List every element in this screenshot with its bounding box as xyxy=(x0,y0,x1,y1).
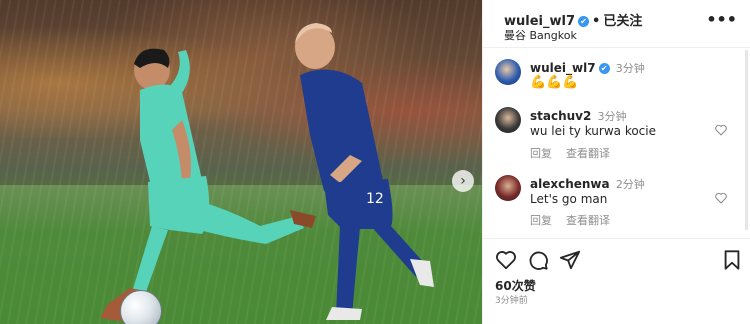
post-photo[interactable]: 12 › xyxy=(0,0,482,324)
comment-actions: 回复 查看翻译 xyxy=(530,212,624,228)
post-timestamp[interactable]: 3分钟前 xyxy=(495,293,528,306)
post-location[interactable]: 曼谷 Bangkok xyxy=(504,27,577,43)
football xyxy=(120,290,162,324)
avatar[interactable] xyxy=(495,107,521,133)
post-side-panel: wulei_wl7 ✔ • 已关注 曼谷 Bangkok ••• wulei_wl7 ✔… xyxy=(482,0,750,324)
verified-badge-icon: ✔ xyxy=(578,16,590,27)
comment-time: 3分钟 xyxy=(597,110,627,123)
separator-dot: • xyxy=(592,14,601,29)
reply-button[interactable]: 回复 xyxy=(530,147,552,160)
post-footer: 60次赞 3分钟前 xyxy=(483,238,750,324)
comment-username[interactable]: alexchenwa xyxy=(530,177,610,191)
heart-icon[interactable] xyxy=(495,249,517,271)
comment-time: 2分钟 xyxy=(615,178,645,191)
comment-author-line: stachuv2 3分钟 xyxy=(530,108,627,124)
reply-button[interactable]: 回复 xyxy=(530,214,552,227)
comment-username[interactable]: stachuv2 xyxy=(530,109,591,123)
avatar[interactable] xyxy=(495,59,521,85)
caption-username[interactable]: wulei_wl7 xyxy=(530,61,596,75)
follow-button[interactable]: 已关注 xyxy=(603,14,642,29)
caption-author-line: wulei_wl7 ✔ 3分钟 xyxy=(530,60,645,76)
verified-badge-icon: ✔ xyxy=(598,63,610,74)
comment-text: wu lei ty kurwa kocie xyxy=(530,124,656,138)
caption-text: 💪💪💪 xyxy=(530,75,579,90)
next-arrow-icon[interactable]: › xyxy=(452,170,474,192)
comment-actions: 回复 查看翻译 xyxy=(530,145,624,161)
post-header: wulei_wl7 ✔ • 已关注 曼谷 Bangkok ••• xyxy=(483,0,750,48)
translate-button[interactable]: 查看翻译 xyxy=(566,147,610,160)
avatar[interactable] xyxy=(495,175,521,201)
heart-icon[interactable] xyxy=(714,124,728,136)
more-icon[interactable]: ••• xyxy=(706,10,737,29)
action-bar xyxy=(495,249,745,273)
bookmark-icon[interactable] xyxy=(721,249,743,271)
comment-icon[interactable] xyxy=(527,249,549,271)
comment-text: Let's go man xyxy=(530,192,608,206)
caption-time: 3分钟 xyxy=(615,62,645,75)
translate-button[interactable]: 查看翻译 xyxy=(566,214,610,227)
like-count[interactable]: 60次赞 xyxy=(495,277,536,294)
svg-text:12: 12 xyxy=(366,191,384,207)
heart-icon[interactable] xyxy=(714,192,728,204)
share-icon[interactable] xyxy=(559,249,581,271)
player-blue-kit: 12 xyxy=(295,23,434,320)
comments-scrollbar[interactable] xyxy=(745,50,748,230)
comment-author-line: alexchenwa 2分钟 xyxy=(530,176,645,192)
